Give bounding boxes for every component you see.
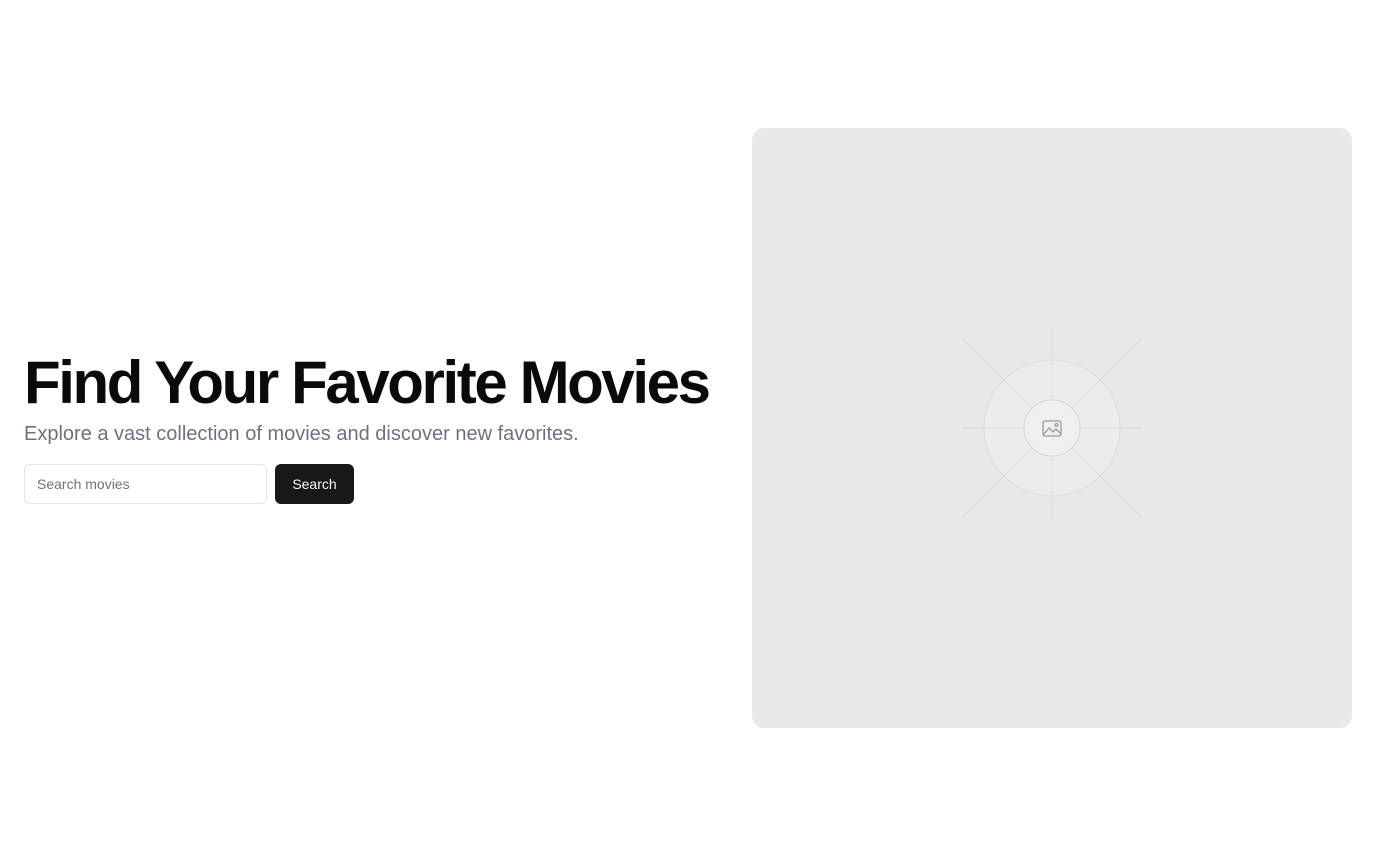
page-title: Find Your Favorite Movies bbox=[24, 349, 711, 416]
hero-image-placeholder bbox=[752, 128, 1352, 728]
search-form: Search bbox=[24, 464, 354, 504]
search-button[interactable]: Search bbox=[275, 464, 354, 504]
landing-page: Find Your Favorite Movies Explore a vast… bbox=[0, 0, 1376, 856]
image-placeholder-graphic bbox=[961, 328, 1143, 519]
hero-section: Find Your Favorite Movies Explore a vast… bbox=[24, 348, 734, 448]
page-subtitle: Explore a vast collection of movies and … bbox=[24, 423, 579, 445]
search-input[interactable] bbox=[24, 464, 267, 504]
